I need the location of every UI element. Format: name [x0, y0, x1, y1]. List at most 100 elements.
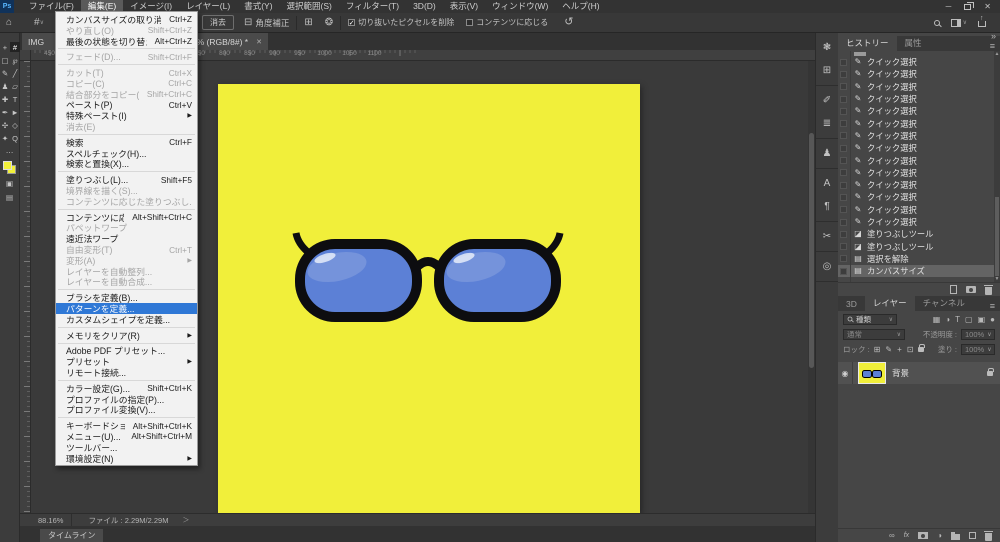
history-row[interactable]: ✎クイック選択: [838, 56, 994, 68]
close-icon[interactable]: ✕: [984, 2, 991, 11]
tab-属性[interactable]: 属性: [897, 35, 930, 51]
history-source-well[interactable]: [840, 59, 847, 66]
history-source-well[interactable]: [840, 108, 847, 115]
history-source-well[interactable]: [840, 255, 847, 262]
history-source-well[interactable]: [840, 169, 847, 176]
swatches-panel-icon[interactable]: ❃: [816, 36, 838, 59]
filter-pixel-icon[interactable]: ▦: [933, 315, 941, 324]
more-tools-icon[interactable]: ⋯: [2, 147, 18, 157]
menu-item[interactable]: レイヤーを自動合成...: [56, 277, 197, 288]
hand-tool[interactable]: ✦: [0, 133, 10, 143]
menu-item[interactable]: コンテンツに応じた塗りつぶし...: [56, 196, 197, 207]
zoom-tool[interactable]: Q: [10, 133, 20, 143]
lasso-tool[interactable]: ℘: [10, 55, 20, 65]
lock-artboard-icon[interactable]: ⊡: [907, 345, 914, 354]
zoom-level-field[interactable]: 88.16%: [20, 514, 72, 526]
lock-paint-icon[interactable]: ✎: [885, 345, 892, 354]
new-group-icon[interactable]: [951, 534, 960, 540]
opacity-select[interactable]: 100% ∨: [961, 329, 995, 340]
menu-ウィンドウ(W)[interactable]: ウィンドウ(W): [485, 0, 555, 13]
history-source-well[interactable]: [840, 145, 847, 152]
history-row[interactable]: ✎クイック選択: [838, 93, 994, 105]
link-layers-icon[interactable]: ∞: [889, 532, 895, 540]
menu-item[interactable]: リモート接続...: [56, 367, 197, 378]
history-row[interactable]: ✎クイック選択: [838, 191, 994, 203]
scrollbar-thumb[interactable]: [995, 197, 999, 276]
history-source-well[interactable]: [840, 206, 847, 213]
filter-shape-icon[interactable]: ▢: [965, 315, 973, 324]
delete-state-icon[interactable]: [985, 287, 992, 295]
search-icon[interactable]: [934, 20, 940, 26]
quick-mask-icon[interactable]: ▣: [5, 178, 15, 188]
menu-ヘルプ(H)[interactable]: ヘルプ(H): [555, 0, 606, 13]
history-source-well[interactable]: [840, 231, 847, 238]
canvas-scrollbar[interactable]: [808, 61, 815, 513]
history-row[interactable]: ✎クイック選択: [838, 81, 994, 93]
blend-mode-select[interactable]: 通常 ∨: [843, 329, 905, 340]
overlay-grid-icon[interactable]: ⊞: [304, 18, 312, 28]
status-chevron-icon[interactable]: ＞: [182, 515, 189, 525]
color-swatches[interactable]: [3, 161, 16, 174]
content-aware-checkbox[interactable]: [466, 19, 473, 26]
menu-フィルター(T)[interactable]: フィルター(T): [339, 0, 406, 13]
layer-visibility-toggle[interactable]: ◉: [838, 362, 853, 384]
tab-チャンネル[interactable]: チャンネル: [915, 295, 973, 311]
straighten-label[interactable]: 角度補正: [255, 17, 289, 29]
history-row[interactable]: ✎クイック選択: [838, 216, 994, 228]
expand-dock-icon[interactable]: »: [991, 31, 996, 41]
history-row[interactable]: ✎クイック選択: [838, 68, 994, 80]
history-source-well[interactable]: [840, 132, 847, 139]
history-source-well[interactable]: [840, 219, 847, 226]
menu-item[interactable]: メモリをクリア(R)▶: [56, 330, 197, 341]
tab-3D[interactable]: 3D: [838, 297, 865, 311]
delete-layer-icon[interactable]: [985, 533, 992, 541]
canvas-document[interactable]: [218, 84, 640, 513]
frame-tool[interactable]: ◇: [10, 120, 20, 130]
menu-item[interactable]: カスタムシェイプを定義...: [56, 314, 197, 325]
delete-cropped-pixels-checkbox[interactable]: [348, 19, 355, 26]
menu-選択範囲(S)[interactable]: 選択範囲(S): [280, 0, 339, 13]
restore-icon[interactable]: [964, 4, 971, 10]
menu-表示(V)[interactable]: 表示(V): [443, 0, 485, 13]
history-row[interactable]: ◪塗りつぶしツール: [838, 228, 994, 240]
healing-brush-tool[interactable]: ✚: [0, 94, 10, 104]
layer-thumbnail[interactable]: [859, 363, 885, 383]
new-document-from-state-icon[interactable]: [950, 285, 957, 294]
move-tool[interactable]: +: [0, 42, 10, 52]
history-source-well[interactable]: [840, 268, 847, 275]
layer-mask-icon[interactable]: [918, 532, 928, 539]
history-source-well[interactable]: [840, 83, 847, 90]
quick-selection-tool[interactable]: ✎: [0, 68, 10, 78]
history-scrollbar[interactable]: ▲ ▼: [994, 51, 1000, 282]
path-selection-tool[interactable]: ►: [10, 107, 20, 117]
new-snapshot-icon[interactable]: [966, 286, 976, 293]
filter-type-icon[interactable]: T: [955, 315, 960, 324]
screen-mode-icon[interactable]: ▤: [5, 192, 15, 202]
filter-pin-icon[interactable]: ●: [990, 315, 995, 324]
history-source-well[interactable]: [840, 194, 847, 201]
lock-move-icon[interactable]: +: [897, 345, 902, 354]
layer-comps-panel-icon[interactable]: ◎: [816, 255, 838, 278]
straighten-icon[interactable]: ⊟: [244, 18, 252, 28]
foreground-color-swatch[interactable]: [3, 161, 12, 170]
lock-all-icon[interactable]: [918, 347, 924, 352]
shape-tool[interactable]: ✣: [0, 120, 10, 130]
eraser-tool[interactable]: ▱: [10, 81, 20, 91]
history-source-well[interactable]: [840, 157, 847, 164]
layer-filter-select[interactable]: 種類 ∨: [843, 314, 897, 325]
tab-ヒストリー[interactable]: ヒストリー: [838, 35, 897, 51]
tool-presets-panel-icon[interactable]: ✂: [816, 225, 838, 248]
brush-settings-panel-icon[interactable]: ≣: [816, 112, 838, 135]
chevron-down-icon[interactable]: ∨: [40, 19, 44, 26]
layer-name[interactable]: 背景: [892, 367, 909, 379]
menu-3D(D)[interactable]: 3D(D): [406, 0, 443, 13]
adjustment-layer-icon[interactable]: ◑: [937, 532, 942, 540]
gear-icon[interactable]: ❂: [325, 18, 333, 28]
scroll-up-icon[interactable]: ▲: [994, 51, 1000, 57]
panel-menu-icon[interactable]: ≡: [990, 41, 995, 51]
brush-tool[interactable]: ╱: [10, 68, 20, 78]
workspace-switcher[interactable]: ∨: [951, 19, 967, 27]
history-row[interactable]: ✎クイック選択: [838, 179, 994, 191]
filter-adjustment-icon[interactable]: ◑: [945, 315, 950, 324]
tab-レイヤー[interactable]: レイヤー: [865, 295, 915, 311]
